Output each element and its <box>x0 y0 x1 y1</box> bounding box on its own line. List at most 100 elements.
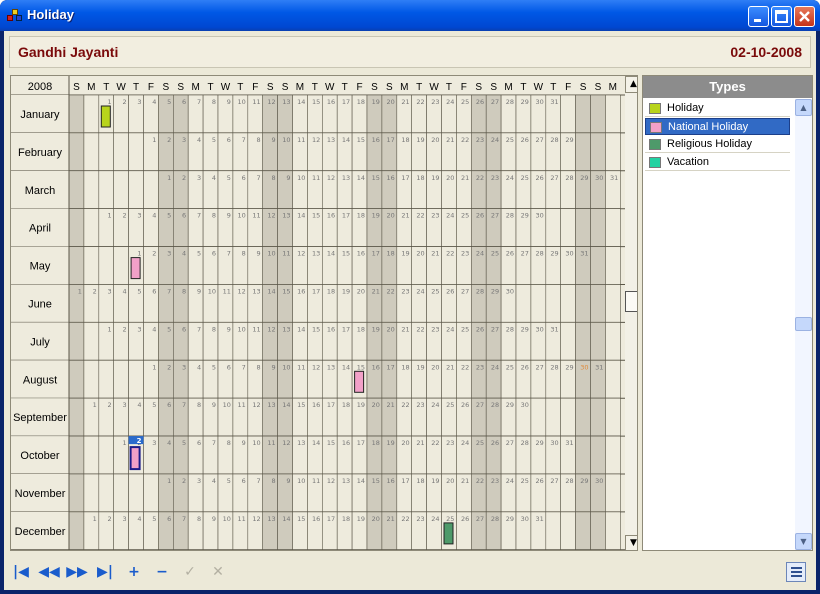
day-number: 6 <box>197 439 201 447</box>
grid-view-button[interactable] <box>786 562 806 582</box>
weekday-header: S <box>475 82 482 93</box>
day-number: 22 <box>476 477 484 485</box>
day-number: 8 <box>242 250 246 258</box>
type-item[interactable]: National Holiday <box>645 118 790 135</box>
day-cell <box>113 473 129 513</box>
post-record-button[interactable]: ✓ <box>179 562 201 582</box>
day-number: 10 <box>297 477 305 485</box>
day-number: 29 <box>550 250 558 258</box>
day-number: 10 <box>297 174 305 182</box>
type-item[interactable]: Religious Holiday <box>645 136 790 153</box>
scroll-down-button[interactable]: ▼ <box>625 535 637 550</box>
arrow-up-icon: ▲ <box>630 79 637 89</box>
day-cell <box>515 284 532 323</box>
calendar-scrollbar[interactable]: ▲ ▼ <box>625 76 637 550</box>
delete-record-button[interactable]: − <box>151 562 173 582</box>
scroll-up-button[interactable]: ▲ <box>625 76 637 93</box>
day-cell <box>113 246 129 285</box>
last-record-button[interactable]: ▶| <box>94 562 116 582</box>
day-number: 22 <box>416 325 424 333</box>
minimize-button[interactable] <box>748 6 769 27</box>
day-cell <box>83 170 100 210</box>
day-number: 11 <box>297 136 305 144</box>
day-number: 15 <box>297 401 305 409</box>
day-number: 8 <box>212 98 216 106</box>
scroll-thumb[interactable] <box>625 291 637 312</box>
types-scroll-down-button[interactable]: ▼ <box>795 533 812 550</box>
day-number: 23 <box>431 98 439 106</box>
day-number: 20 <box>446 174 454 182</box>
day-number: 27 <box>536 136 544 144</box>
day-number: 26 <box>536 477 544 485</box>
day-number: 20 <box>387 325 395 333</box>
day-number: 10 <box>238 212 246 220</box>
types-scroll-thumb[interactable] <box>795 317 812 331</box>
day-number: 1 <box>167 477 171 485</box>
title-bar[interactable]: Holiday <box>0 0 820 31</box>
weekday-header: S <box>163 82 170 93</box>
day-number: 7 <box>197 212 201 220</box>
day-number: 19 <box>431 477 439 485</box>
close-button[interactable] <box>794 6 815 27</box>
day-number: 13 <box>327 363 335 371</box>
day-cell <box>68 359 85 399</box>
day-number: 16 <box>327 98 335 106</box>
day-number: 13 <box>342 477 350 485</box>
day-number: 19 <box>431 174 439 182</box>
day-cell <box>83 94 100 134</box>
insert-record-button[interactable]: + <box>123 562 145 582</box>
type-item[interactable]: Holiday <box>645 100 790 117</box>
day-number: 13 <box>282 98 290 106</box>
day-number: 28 <box>506 325 514 333</box>
day-number: 4 <box>197 363 201 371</box>
window: Holiday Gandhi Jayanti 02-10-2008 2008 S M… <box>0 0 820 594</box>
day-number: 24 <box>491 363 499 371</box>
day-number: 2 <box>167 363 171 371</box>
day-cell <box>575 511 591 550</box>
weekday-header: S <box>580 82 587 93</box>
maximize-button[interactable] <box>771 6 792 27</box>
day-cell <box>113 170 129 210</box>
day-number: 1 <box>122 439 126 447</box>
day-number: 13 <box>342 174 350 182</box>
types-scroll-up-button[interactable]: ▲ <box>795 99 812 116</box>
types-scrollbar[interactable]: ▲ ▼ <box>795 99 812 550</box>
first-record-button[interactable]: |◀ <box>10 562 32 582</box>
day-cell <box>128 473 144 513</box>
day-number: 15 <box>282 288 290 296</box>
type-item[interactable]: Vacation <box>645 154 790 171</box>
weekday-header: T <box>446 82 452 93</box>
day-cell <box>83 322 100 361</box>
type-color-swatch <box>649 103 661 114</box>
day-number: 3 <box>197 174 201 182</box>
day-cell <box>605 208 621 247</box>
day-number: 14 <box>282 401 290 409</box>
day-number: 23 <box>461 250 469 258</box>
day-number: 6 <box>227 136 231 144</box>
day-number: 14 <box>297 212 305 220</box>
next-record-button[interactable]: ▶▶ <box>66 562 88 582</box>
prior-record-button[interactable]: ◀◀ <box>38 562 60 582</box>
day-cell <box>530 284 547 323</box>
plus-icon: + <box>128 564 140 580</box>
day-number: 25 <box>446 515 454 523</box>
day-cell <box>560 94 576 134</box>
day-number: 25 <box>461 325 469 333</box>
day-cell <box>560 511 576 550</box>
weekday-header: M <box>400 82 408 93</box>
day-number: 30 <box>580 363 588 371</box>
day-number: 16 <box>312 515 320 523</box>
day-number: 12 <box>267 212 275 220</box>
day-number: 3 <box>122 401 126 409</box>
day-number: 23 <box>491 477 499 485</box>
day-cell <box>143 473 159 513</box>
type-color-swatch <box>649 139 661 150</box>
day-number: 14 <box>342 136 350 144</box>
weekday-header: S <box>386 82 393 93</box>
day-number: 8 <box>257 363 261 371</box>
cancel-record-button[interactable]: ✕ <box>207 562 229 582</box>
day-number: 21 <box>461 174 469 182</box>
weekday-header: T <box>207 82 213 93</box>
day-number: 4 <box>212 477 216 485</box>
day-cell <box>605 397 621 437</box>
